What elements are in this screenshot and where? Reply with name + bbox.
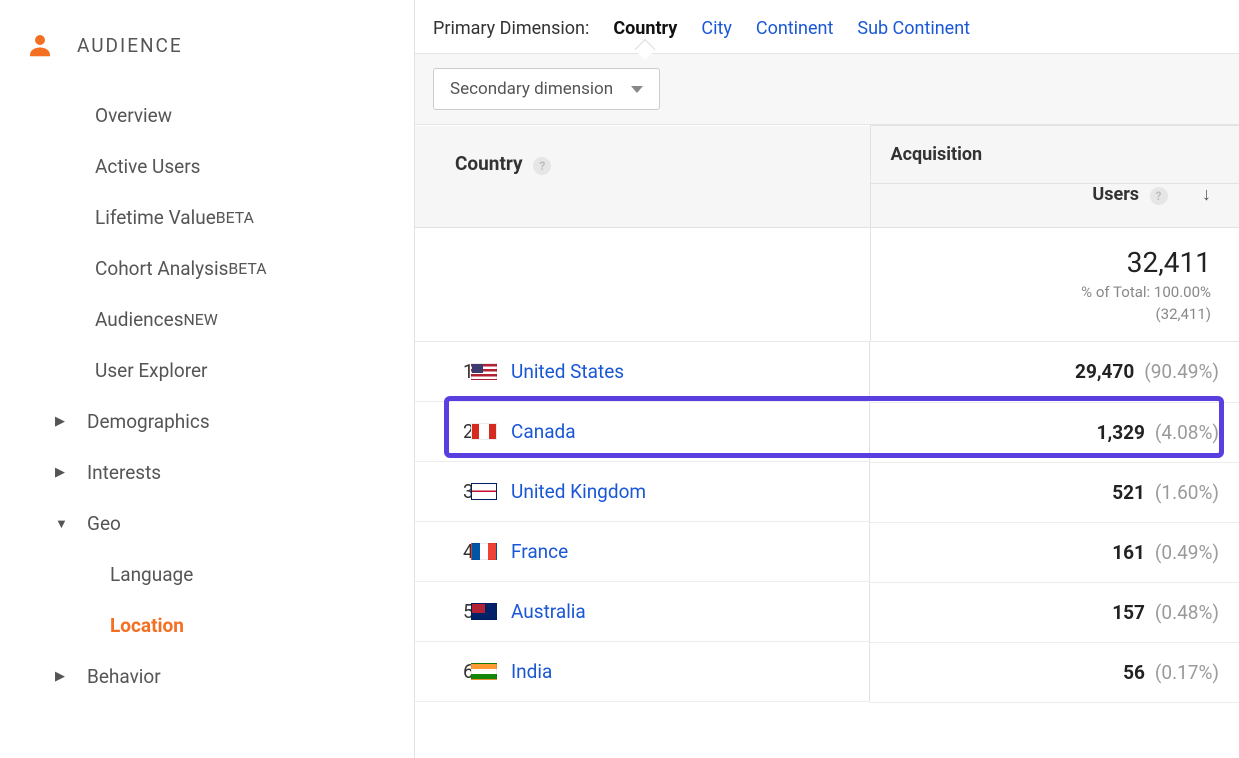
beta-badge: BETA xyxy=(216,208,254,227)
country-link[interactable]: United Kingdom xyxy=(511,480,646,503)
nav-user-explorer[interactable]: User Explorer xyxy=(0,345,414,396)
users-percent: (90.49%) xyxy=(1144,360,1219,383)
nav-active-users[interactable]: Active Users xyxy=(0,141,414,192)
caret-right-icon: ▶ xyxy=(55,465,87,480)
country-link[interactable]: Canada xyxy=(511,420,576,443)
nav-demographics[interactable]: ▶ Demographics xyxy=(0,396,414,447)
primary-dimension-row: Primary Dimension: Country City Continen… xyxy=(415,0,1239,53)
nav-cohort-analysis[interactable]: Cohort AnalysisBETA xyxy=(0,243,414,294)
th-users[interactable]: Users ? ↓ xyxy=(870,184,1239,228)
caret-right-icon: ▶ xyxy=(55,669,87,684)
users-percent: (4.08%) xyxy=(1155,421,1219,444)
row-index: 5. xyxy=(423,600,471,623)
users-value: 1,329 xyxy=(1097,421,1145,444)
nav-audiences[interactable]: AudiencesNEW xyxy=(0,294,414,345)
row-index: 6. xyxy=(423,660,471,683)
toolbar: Secondary dimension xyxy=(415,53,1239,125)
nav-geo-location[interactable]: Location xyxy=(0,600,414,651)
caret-down-icon xyxy=(631,86,643,93)
sidebar: AUDIENCE Overview Active Users Lifetime … xyxy=(0,0,415,758)
flag-icon xyxy=(471,543,497,560)
beta-badge: BETA xyxy=(228,259,266,278)
country-link[interactable]: India xyxy=(511,660,552,683)
country-link[interactable]: Australia xyxy=(511,600,586,623)
flag-icon xyxy=(471,603,497,620)
table-row[interactable]: 1. United States 29,470 (90.49%) xyxy=(415,342,1239,403)
users-percent: (0.17%) xyxy=(1155,661,1219,684)
table-row[interactable]: 2. Canada 1,329 (4.08%) xyxy=(415,402,1239,462)
flag-icon xyxy=(471,663,497,680)
users-value: 29,470 xyxy=(1075,360,1134,383)
country-link[interactable]: France xyxy=(511,540,568,563)
caret-down-icon: ▼ xyxy=(55,516,87,532)
sidebar-title: AUDIENCE xyxy=(77,34,183,57)
nav-interests[interactable]: ▶ Interests xyxy=(0,447,414,498)
secondary-dimension-button[interactable]: Secondary dimension xyxy=(433,68,660,110)
users-cell: 157 (0.48%) xyxy=(870,582,1239,642)
new-badge: NEW xyxy=(184,310,218,329)
dim-tab-continent[interactable]: Continent xyxy=(756,18,834,39)
table-row[interactable]: 6. India 56 (0.17%) xyxy=(415,642,1239,702)
users-value: 157 xyxy=(1112,601,1145,624)
dim-tab-country[interactable]: Country xyxy=(613,18,677,39)
users-value: 56 xyxy=(1123,661,1145,684)
nav-overview[interactable]: Overview xyxy=(0,90,414,141)
users-cell: 1,329 (4.08%) xyxy=(870,402,1239,462)
nav-lifetime-value[interactable]: Lifetime ValueBETA xyxy=(0,192,414,243)
main: Primary Dimension: Country City Continen… xyxy=(415,0,1239,758)
users-percent: (0.48%) xyxy=(1155,601,1219,624)
users-cell: 521 (1.60%) xyxy=(870,462,1239,522)
flag-icon xyxy=(471,483,497,500)
row-index: 1. xyxy=(423,360,471,383)
users-percent: (1.60%) xyxy=(1155,481,1219,504)
dim-tab-city[interactable]: City xyxy=(701,18,732,39)
help-icon[interactable]: ? xyxy=(533,157,551,175)
users-value: 521 xyxy=(1112,481,1145,504)
primary-dimension-label: Primary Dimension: xyxy=(433,18,589,39)
table-row[interactable]: 3. United Kingdom 521 (1.60%) xyxy=(415,462,1239,522)
dim-tab-subcontinent[interactable]: Sub Continent xyxy=(857,18,970,39)
help-icon[interactable]: ? xyxy=(1150,187,1168,205)
users-cell: 161 (0.49%) xyxy=(870,522,1239,582)
row-index: 2. xyxy=(423,420,471,443)
geo-table: Country ? Acquisition Users ? ↓ 32,411 %… xyxy=(415,125,1239,703)
row-index: 4. xyxy=(423,540,471,563)
flag-icon xyxy=(471,423,497,440)
table-row[interactable]: 4. France 161 (0.49%) xyxy=(415,522,1239,582)
users-cell: 56 (0.17%) xyxy=(870,642,1239,702)
totals-subline1: % of Total: 100.00% xyxy=(891,283,1212,301)
totals-cell: 32,411 % of Total: 100.00% (32,411) xyxy=(870,228,1239,342)
flag-icon xyxy=(471,363,497,380)
totals-subline2: (32,411) xyxy=(891,305,1212,323)
sort-desc-icon[interactable]: ↓ xyxy=(1202,184,1211,205)
country-link[interactable]: United States xyxy=(511,360,624,383)
audience-icon xyxy=(25,30,55,60)
table-row[interactable]: 5. Australia 157 (0.48%) xyxy=(415,582,1239,642)
caret-right-icon: ▶ xyxy=(55,414,87,429)
users-value: 161 xyxy=(1112,541,1145,564)
nav-geo-language[interactable]: Language xyxy=(0,549,414,600)
users-cell: 29,470 (90.49%) xyxy=(870,342,1239,403)
totals-value: 32,411 xyxy=(891,246,1212,279)
row-index: 3. xyxy=(423,480,471,503)
sidebar-header: AUDIENCE xyxy=(0,20,414,90)
users-percent: (0.49%) xyxy=(1155,541,1219,564)
nav-geo[interactable]: ▼ Geo xyxy=(0,498,414,549)
nav-behavior[interactable]: ▶ Behavior xyxy=(0,651,414,702)
th-country[interactable]: Country ? xyxy=(415,126,870,228)
th-acquisition: Acquisition xyxy=(870,126,1239,184)
